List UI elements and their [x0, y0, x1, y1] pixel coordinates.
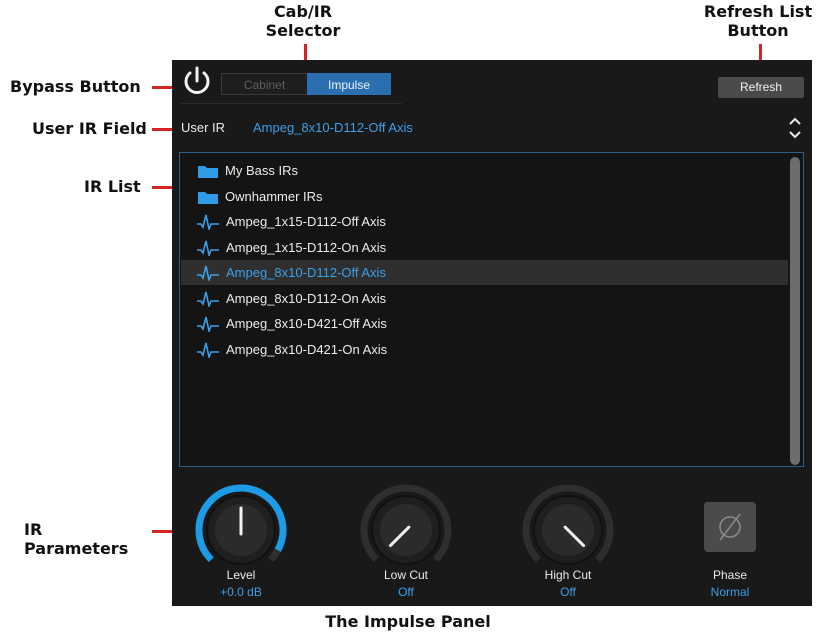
- waveform-icon: [197, 316, 219, 332]
- waveform-icon: [197, 214, 219, 230]
- waveform-icon: [197, 342, 219, 358]
- phase-button[interactable]: [704, 502, 756, 552]
- list-item-label: Ampeg_1x15-D112-On Axis: [226, 239, 387, 255]
- low-cut-label: Low Cut: [383, 568, 429, 582]
- callout-refresh-list-button: Refresh List Button: [703, 2, 813, 40]
- folder-icon: [198, 191, 218, 204]
- list-item-ir[interactable]: Ampeg_1x15-D112-On Axis: [181, 235, 788, 260]
- power-icon[interactable]: [180, 64, 214, 98]
- phase-label: Phase: [712, 568, 748, 582]
- low-cut-value: Off: [398, 585, 414, 599]
- stepper-icon[interactable]: [787, 114, 803, 142]
- callout-user-ir-field: User IR Field: [32, 119, 147, 138]
- waveform-icon: [197, 240, 219, 256]
- list-item-label: Ampeg_1x15-D112-Off Axis: [226, 214, 386, 229]
- refresh-button[interactable]: Refresh: [718, 77, 804, 98]
- phase-invert-icon: [719, 513, 741, 541]
- waveform-icon: [197, 291, 219, 307]
- scrollbar[interactable]: [790, 157, 800, 465]
- list-item-ir[interactable]: Ampeg_8x10-D421-Off Axis: [181, 311, 788, 336]
- level-knob[interactable]: [193, 482, 289, 578]
- user-ir-field[interactable]: Ampeg_8x10-D112-Off Axis: [253, 120, 413, 135]
- list-item-label: Ampeg_8x10-D112-On Axis: [226, 290, 387, 306]
- cabinet-tab[interactable]: Cabinet: [221, 73, 307, 95]
- level-label: Level: [226, 568, 256, 582]
- list-item-label: My Bass IRs: [225, 163, 298, 178]
- level-value: +0.0 dB: [220, 585, 262, 599]
- callout-cab-ir-selector: Cab/IR Selector: [265, 2, 341, 40]
- list-item-ir[interactable]: Ampeg_8x10-D112-On Axis: [181, 286, 788, 311]
- high-cut-label: High Cut: [544, 568, 592, 582]
- high-cut-value: Off: [560, 585, 576, 599]
- user-ir-label: User IR: [181, 120, 226, 135]
- callout-bypass-button: Bypass Button: [10, 77, 141, 96]
- folder-icon: [198, 166, 218, 178]
- low-cut-knob[interactable]: [358, 482, 454, 578]
- list-item-label: Ampeg_8x10-D421-On Axis: [226, 341, 388, 357]
- list-item-label: Ampeg_8x10-D421-Off Axis: [226, 316, 387, 331]
- callout-ir-list: IR List: [84, 177, 141, 196]
- list-item-ir-selected[interactable]: Ampeg_8x10-D112-Off Axis: [181, 260, 788, 285]
- list-item-ir[interactable]: Ampeg_8x10-D421-On Axis: [181, 337, 788, 362]
- list-item-folder[interactable]: My Bass IRs: [181, 158, 788, 183]
- callout-ir-parameters: IR Parameters: [24, 520, 129, 558]
- figure-caption: The Impulse Panel: [325, 612, 491, 631]
- impulse-tab[interactable]: Impulse: [307, 73, 391, 95]
- list-item-label: Ampeg_8x10-D112-Off Axis: [226, 265, 386, 280]
- divider: [180, 103, 402, 104]
- waveform-icon: [197, 265, 219, 281]
- high-cut-knob[interactable]: [520, 482, 616, 578]
- phase-value: Normal: [710, 585, 750, 599]
- list-item-folder[interactable]: Ownhammer IRs: [181, 184, 788, 209]
- list-item-label: Ownhammer IRs: [225, 188, 323, 204]
- list-item-ir[interactable]: Ampeg_1x15-D112-Off Axis: [181, 209, 788, 234]
